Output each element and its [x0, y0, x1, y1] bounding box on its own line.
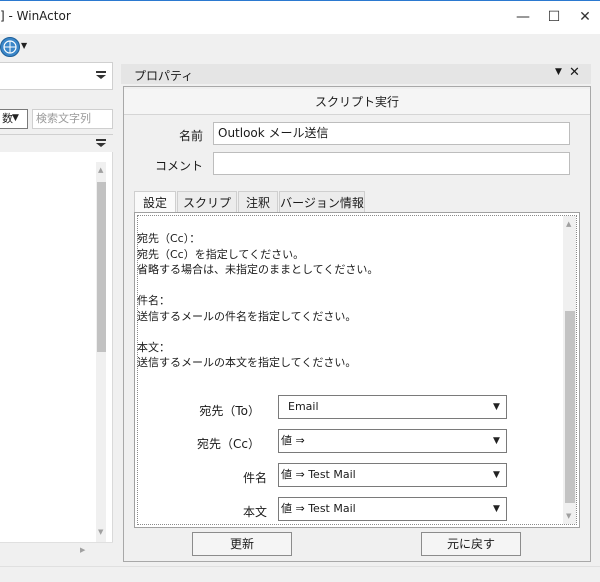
- chevron-down-icon[interactable]: ▼: [21, 41, 27, 50]
- to-select[interactable]: Email: [278, 395, 507, 419]
- comment-field[interactable]: [213, 152, 570, 175]
- body-select[interactable]: 値 ⇒ Test Mail: [278, 497, 507, 521]
- left-hscrollbar[interactable]: [0, 542, 113, 556]
- name-label: 名前: [178, 129, 203, 143]
- param-label-to: 宛先（To）: [199, 404, 260, 418]
- chevron-down-icon[interactable]: ▼: [493, 504, 500, 514]
- chevron-down-icon[interactable]: ▼: [493, 402, 500, 412]
- minimize-button[interactable]: —: [512, 6, 534, 28]
- tab-settings[interactable]: 設定: [134, 191, 176, 213]
- scroll-down-icon[interactable]: ▼: [566, 512, 571, 520]
- left-search-input[interactable]: 検索文字列: [32, 109, 113, 129]
- chevron-down-icon[interactable]: ▼: [493, 436, 500, 446]
- revert-button[interactable]: 元に戻す: [421, 532, 521, 556]
- maximize-button[interactable]: ☐: [543, 6, 565, 28]
- update-button[interactable]: 更新: [192, 532, 292, 556]
- tab-script[interactable]: スクリプト: [177, 191, 237, 232]
- param-label-body: 本文: [242, 505, 267, 519]
- left-scrollbar-thumb[interactable]: [97, 182, 106, 352]
- content-scrollbar-thumb[interactable]: [565, 311, 575, 503]
- window-title: ] - WinActor: [0, 9, 71, 23]
- panel-menu-icon[interactable]: [95, 69, 107, 83]
- section-title: スクリプト実行: [124, 89, 590, 115]
- properties-title: プロパティ: [134, 69, 194, 83]
- cc-select[interactable]: 値 ⇒: [278, 429, 507, 453]
- name-field[interactable]: Outlook メール送信: [213, 122, 570, 145]
- tab-notes[interactable]: 注釈: [238, 191, 278, 213]
- globe-icon[interactable]: [0, 37, 20, 57]
- description-text: 宛先（Cc）： 宛先（Cc）を指定してください。 省略する場合は、未指定のままと…: [137, 232, 379, 369]
- comment-label: コメント: [154, 159, 203, 173]
- scroll-up-icon[interactable]: ▲: [98, 166, 103, 174]
- tab-version[interactable]: バージョン情報: [279, 191, 365, 213]
- close-button[interactable]: ✕: [574, 6, 596, 28]
- chevron-down-icon[interactable]: ▼: [555, 67, 562, 77]
- divider: [0, 134, 113, 135]
- panel-menu-icon[interactable]: [95, 137, 107, 151]
- chevron-down-icon[interactable]: ▼: [493, 470, 500, 480]
- toolbar: [0, 34, 600, 60]
- scroll-up-icon[interactable]: ▲: [566, 220, 571, 228]
- title-bar: [0, 0, 600, 34]
- scroll-down-icon[interactable]: ▼: [98, 528, 103, 536]
- param-label-subject: 件名: [242, 471, 267, 485]
- close-icon[interactable]: ✕: [569, 65, 580, 80]
- scroll-right-icon[interactable]: ▶: [80, 546, 85, 554]
- param-label-cc: 宛先（Cc）: [197, 437, 260, 451]
- chevron-down-icon: ▼: [12, 113, 19, 123]
- divider: [0, 566, 600, 567]
- subject-select[interactable]: 値 ⇒ Test Mail: [278, 463, 507, 487]
